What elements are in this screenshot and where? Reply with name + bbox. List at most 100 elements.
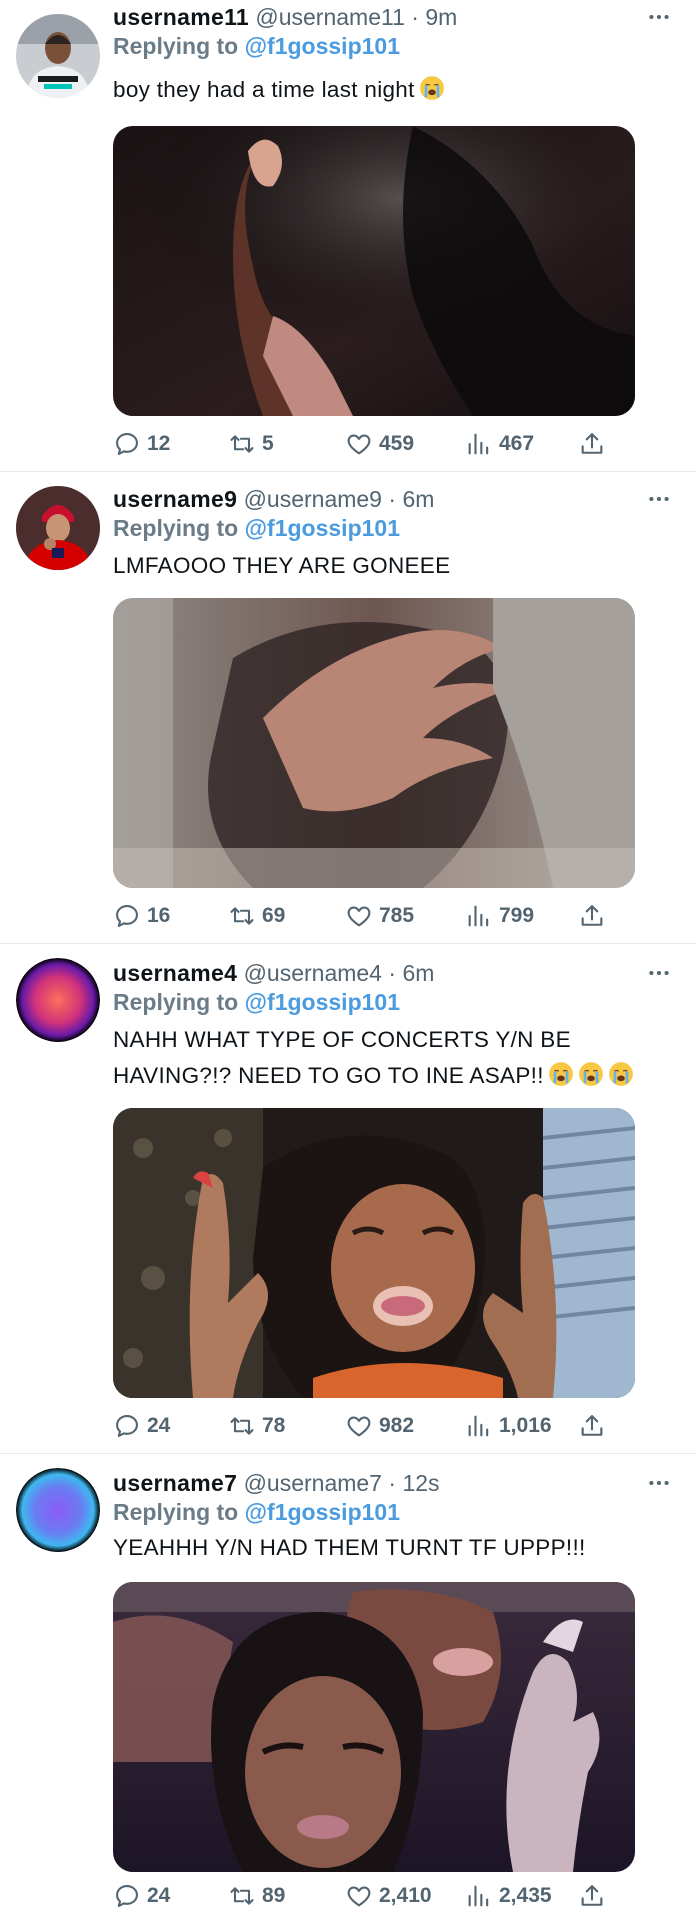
tweet-media[interactable] [113, 598, 635, 888]
like-button[interactable]: 982 [345, 1408, 414, 1444]
reply-button[interactable]: 24 [113, 1878, 170, 1914]
tweet[interactable]: username11 @username11 · 9m Replying to … [0, 0, 696, 472]
crying-emoji-icon [548, 1061, 574, 1087]
retweet-icon [228, 1882, 256, 1910]
tweet-actions: 16 69 785 799 [113, 898, 613, 934]
reply-count: 16 [147, 904, 171, 927]
reply-button[interactable]: 16 [113, 898, 170, 934]
share-button[interactable] [578, 426, 606, 462]
replying-to: Replying to @f1gossip101 [113, 986, 400, 1018]
mention-link[interactable]: @f1gossip101 [245, 1499, 400, 1525]
more-icon[interactable] [644, 2, 674, 32]
tweet[interactable]: username4 @username4 · 6m Replying to @f… [0, 944, 696, 1454]
retweet-icon [228, 1412, 256, 1440]
reply-icon [113, 902, 141, 930]
views-button[interactable]: 467 [465, 426, 534, 462]
separator-dot: · [411, 4, 419, 30]
view-count: 467 [499, 432, 535, 455]
retweet-count: 78 [262, 1414, 286, 1437]
retweet-button[interactable]: 69 [228, 898, 285, 934]
separator-dot: · [388, 486, 397, 512]
retweet-icon [228, 902, 256, 930]
tweet-text-line: NAHH WHAT TYPE OF CONCERTS Y/N BE [113, 1027, 571, 1052]
like-count: 459 [379, 432, 415, 455]
tweet-media[interactable] [113, 1108, 635, 1398]
like-count: 982 [379, 1414, 415, 1437]
tweet-actions: 12 5 459 467 [113, 426, 613, 462]
view-count: 1,016 [499, 1414, 552, 1437]
tweet-header: username4 @username4 · 6m [113, 956, 434, 990]
like-icon [345, 1882, 373, 1910]
like-count: 785 [379, 904, 415, 927]
display-name[interactable]: username9 [113, 486, 237, 512]
tweet-text-content: boy they had a time last night [113, 77, 415, 102]
avatar[interactable] [16, 958, 100, 1042]
timestamp[interactable]: 12s [402, 1470, 439, 1496]
reply-button[interactable]: 12 [113, 426, 170, 462]
timestamp[interactable]: 6m [402, 486, 434, 512]
more-icon[interactable] [644, 484, 674, 514]
more-icon[interactable] [644, 958, 674, 988]
tweet-header: username7 @username7 · 12s [113, 1466, 440, 1500]
views-icon [465, 430, 493, 458]
views-icon [465, 902, 493, 930]
separator-dot: · [388, 960, 397, 986]
views-button[interactable]: 799 [465, 898, 534, 934]
views-button[interactable]: 2,435 [465, 1878, 552, 1914]
user-handle[interactable]: @username7 [244, 1470, 382, 1496]
retweet-button[interactable]: 5 [228, 426, 274, 462]
avatar[interactable] [16, 14, 100, 98]
like-button[interactable]: 785 [345, 898, 414, 934]
replying-to: Replying to @f1gossip101 [113, 512, 400, 544]
replying-to-label: Replying to [113, 33, 239, 59]
view-count: 799 [499, 904, 535, 927]
tweet[interactable]: username7 @username7 · 12s Replying to @… [0, 1454, 696, 1920]
display-name[interactable]: username7 [113, 1470, 237, 1496]
retweet-count: 89 [262, 1884, 286, 1907]
views-button[interactable]: 1,016 [465, 1408, 552, 1444]
like-icon [345, 430, 373, 458]
crying-emoji-icon [608, 1061, 634, 1087]
more-icon[interactable] [644, 1468, 674, 1498]
share-button[interactable] [578, 1878, 606, 1914]
replying-to-label: Replying to [113, 989, 239, 1015]
avatar[interactable] [16, 1468, 100, 1552]
user-handle[interactable]: @username9 [244, 486, 382, 512]
timestamp[interactable]: 6m [402, 960, 434, 986]
retweet-button[interactable]: 78 [228, 1408, 285, 1444]
reply-count: 24 [147, 1414, 171, 1437]
replying-to: Replying to @f1gossip101 [113, 30, 400, 62]
retweet-button[interactable]: 89 [228, 1878, 285, 1914]
timestamp[interactable]: 9m [425, 4, 457, 30]
mention-link[interactable]: @f1gossip101 [245, 33, 400, 59]
display-name[interactable]: username4 [113, 960, 237, 986]
reply-button[interactable]: 24 [113, 1408, 170, 1444]
share-button[interactable] [578, 1408, 606, 1444]
tweet-media[interactable] [113, 126, 635, 416]
mention-link[interactable]: @f1gossip101 [245, 515, 400, 541]
user-handle[interactable]: @username11 [255, 4, 405, 30]
tweet-media[interactable] [113, 1582, 635, 1872]
like-button[interactable]: 2,410 [345, 1878, 432, 1914]
retweet-icon [228, 430, 256, 458]
reply-icon [113, 1412, 141, 1440]
tweet-text: LMFAOOO THEY ARE GONEEE [113, 548, 673, 584]
mention-link[interactable]: @f1gossip101 [245, 989, 400, 1015]
replying-to: Replying to @f1gossip101 [113, 1496, 400, 1528]
tweet[interactable]: username9 @username9 · 6m Replying to @f… [0, 472, 696, 944]
tweet-text-content: YEAHHH Y/N HAD THEM TURNT TF UPPP!!! [113, 1535, 586, 1560]
user-handle[interactable]: @username4 [244, 960, 382, 986]
display-name[interactable]: username11 [113, 4, 249, 30]
like-icon [345, 902, 373, 930]
view-count: 2,435 [499, 1884, 552, 1907]
separator-dot: · [388, 1470, 397, 1496]
share-icon [578, 1412, 606, 1440]
reply-count: 24 [147, 1884, 171, 1907]
retweet-count: 5 [262, 432, 274, 455]
tweet-text-line: HAVING?!? NEED TO GO TO INE ASAP!! [113, 1058, 673, 1094]
share-button[interactable] [578, 898, 606, 934]
avatar[interactable] [16, 486, 100, 570]
crying-emoji-icon [578, 1061, 604, 1087]
reply-icon [113, 430, 141, 458]
like-button[interactable]: 459 [345, 426, 414, 462]
